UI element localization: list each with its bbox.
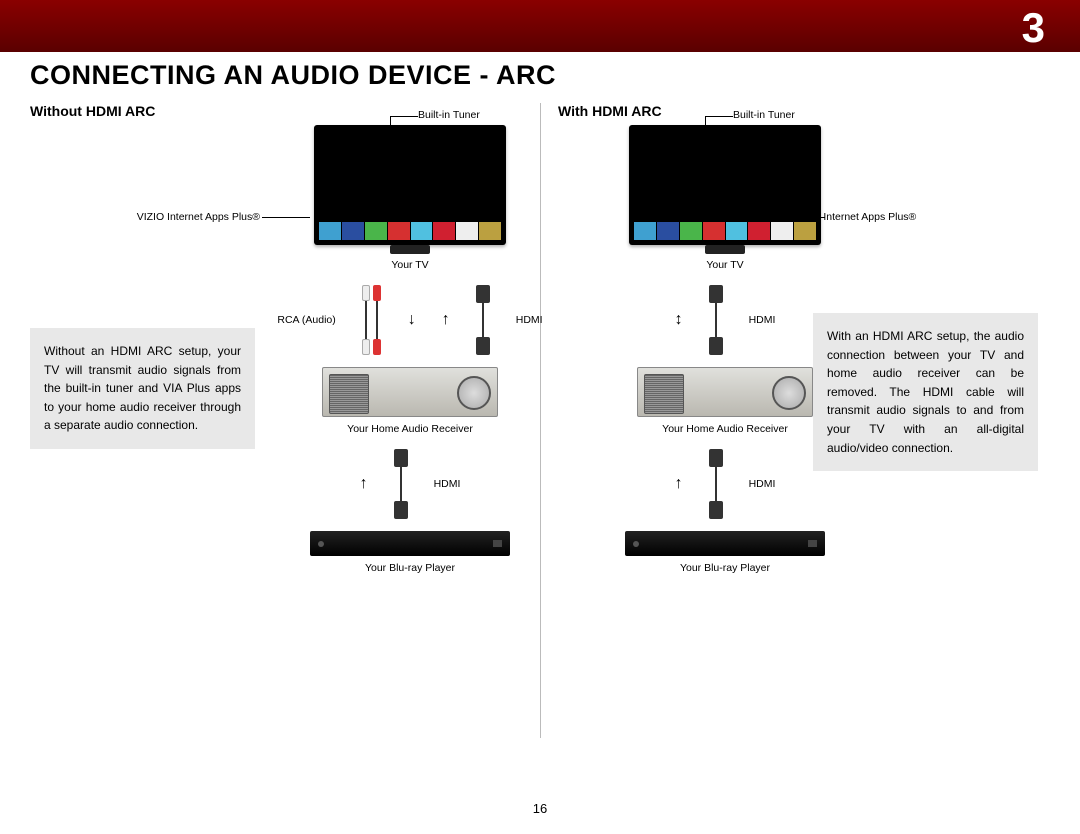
app-bar (319, 222, 501, 240)
bluray-label: Your Blu-ray Player (585, 562, 865, 574)
hdmi-cable-icon (476, 285, 490, 355)
column-without-arc: Without HDMI ARC Without an HDMI ARC set… (30, 103, 540, 793)
hdmi-cable-icon (709, 285, 723, 355)
tuner-label: Built-in Tuner (733, 109, 795, 121)
cable-row-2: ↑ HDMI (270, 445, 550, 523)
callout-line (262, 217, 310, 218)
page-title: CONNECTING AN AUDIO DEVICE - ARC (30, 60, 1050, 91)
hdmi-cable-icon (709, 449, 723, 519)
arrow-up-icon: ↑ (360, 475, 368, 493)
arrow-down-icon: ↓ (408, 311, 416, 329)
app-bar (634, 222, 816, 240)
receiver-label: Your Home Audio Receiver (270, 423, 550, 435)
callout-line (705, 116, 733, 117)
arrow-up-icon: ↑ (442, 311, 450, 329)
receiver-illustration (637, 367, 813, 417)
arrow-up-icon: ↑ (675, 475, 683, 493)
hdmi-label: HDMI (434, 478, 461, 490)
receiver-label: Your Home Audio Receiver (585, 423, 865, 435)
hdmi-cable-icon (394, 449, 408, 519)
tv-illustration (314, 125, 506, 245)
cable-row-1: ↕ HDMI (585, 281, 865, 359)
arrow-updown-icon: ↕ (675, 311, 683, 329)
cable-row-2: ↑ HDMI (585, 445, 865, 523)
left-info-box: Without an HDMI ARC setup, your TV will … (30, 328, 255, 449)
via-label: VIZIO Internet Apps Plus® (100, 211, 260, 223)
page-number: 16 (30, 801, 1050, 816)
right-title: With HDMI ARC (558, 103, 1050, 119)
tuner-label: Built-in Tuner (418, 109, 480, 121)
cable-row-1: RCA (Audio) ↓ ↑ HDMI (270, 281, 550, 359)
chapter-banner: 3 (0, 0, 1080, 52)
hdmi-label: HDMI (516, 314, 543, 326)
left-diagram: Built-in Tuner VIZIO Internet Apps Plus®… (270, 125, 550, 574)
hdmi-label: HDMI (749, 478, 776, 490)
bluray-illustration (310, 531, 510, 556)
receiver-illustration (322, 367, 498, 417)
column-with-arc: With HDMI ARC With an HDMI ARC setup, th… (540, 103, 1050, 793)
page-content: CONNECTING AN AUDIO DEVICE - ARC Without… (30, 60, 1050, 834)
rca-label: RCA (Audio) (277, 314, 335, 326)
bluray-label: Your Blu-ray Player (270, 562, 550, 574)
bluray-illustration (625, 531, 825, 556)
rca-cable-icon (362, 285, 382, 355)
tv-label: Your TV (270, 259, 550, 271)
callout-line (390, 116, 418, 117)
right-diagram: Built-in Tuner VIZIO Internet Apps Plus®… (585, 125, 865, 574)
chapter-number: 3 (1022, 4, 1045, 52)
columns: Without HDMI ARC Without an HDMI ARC set… (30, 103, 1050, 793)
tv-illustration (629, 125, 821, 245)
tv-label: Your TV (585, 259, 865, 271)
hdmi-label: HDMI (749, 314, 776, 326)
